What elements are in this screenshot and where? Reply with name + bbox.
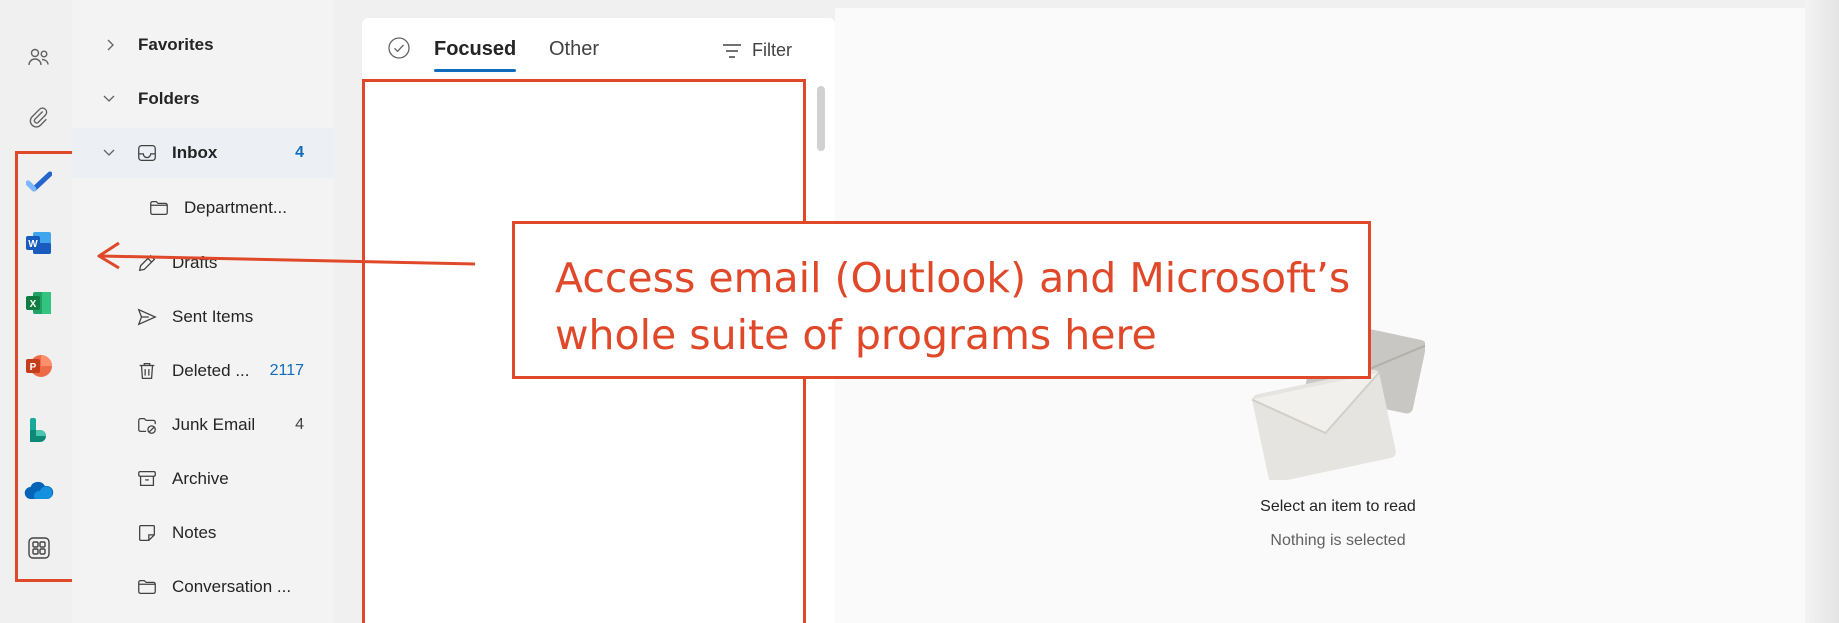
inbox-icon bbox=[138, 145, 156, 161]
favorites-header[interactable]: Favorites bbox=[72, 20, 334, 70]
message-list-tabs: Focused Other Filter bbox=[362, 18, 835, 82]
folders-label: Folders bbox=[138, 89, 200, 108]
favorites-label: Favorites bbox=[138, 35, 214, 54]
select-all-check-icon[interactable] bbox=[387, 36, 411, 60]
tab-focused[interactable]: Focused bbox=[434, 38, 517, 72]
paperclip-icon[interactable] bbox=[22, 100, 56, 134]
chevron-right-icon bbox=[107, 39, 114, 51]
folder-label: Inbox bbox=[172, 143, 218, 162]
annotation-callout: Access email (Outlook) and Microsoft’s w… bbox=[512, 221, 1371, 379]
folder-count: 4 bbox=[295, 416, 304, 433]
folder-label: Department... bbox=[184, 198, 287, 217]
people-icon[interactable] bbox=[22, 40, 56, 74]
right-edge bbox=[1805, 0, 1839, 623]
folder-item-junk-email[interactable]: Junk Email 4 bbox=[72, 400, 334, 450]
folder-label: Archive bbox=[172, 469, 229, 488]
folder-item-inbox[interactable]: Inbox 4 bbox=[72, 128, 334, 178]
folder-icon bbox=[150, 200, 168, 216]
empty-state-subtitle: Nothing is selected bbox=[1270, 532, 1406, 549]
filter-button[interactable]: Filter bbox=[722, 40, 792, 61]
archive-icon bbox=[138, 471, 156, 487]
trash-icon bbox=[139, 363, 155, 379]
send-icon bbox=[137, 308, 157, 326]
folder-item-department[interactable]: Department... bbox=[72, 183, 334, 233]
folder-icon bbox=[138, 579, 156, 595]
apps-highlight-box bbox=[15, 151, 75, 582]
app-rail: W X P bbox=[0, 0, 75, 623]
folder-item-conversation[interactable]: Conversation ... bbox=[72, 562, 334, 612]
chevron-down-icon bbox=[103, 95, 115, 102]
folder-label: Sent Items bbox=[172, 307, 254, 326]
annotation-line-2: whole suite of programs here bbox=[555, 311, 1157, 359]
folders-header[interactable]: Folders bbox=[72, 74, 334, 124]
empty-state-title: Select an item to read bbox=[1260, 498, 1416, 515]
folder-pane: Favorites Folders Inbox 4 Department... … bbox=[72, 0, 334, 623]
folder-label: Conversation ... bbox=[172, 577, 292, 596]
folder-label: Junk Email bbox=[172, 415, 256, 434]
folder-item-notes[interactable]: Notes bbox=[72, 508, 334, 558]
folder-label: Notes bbox=[172, 523, 217, 542]
filter-icon bbox=[723, 43, 741, 58]
folder-count: 2117 bbox=[269, 362, 304, 379]
folder-item-deleted[interactable]: Deleted ... 2117 bbox=[72, 346, 334, 396]
folder-item-archive[interactable]: Archive bbox=[72, 454, 334, 504]
annotation-arrow-icon bbox=[97, 241, 476, 270]
junk-folder-icon bbox=[138, 417, 156, 434]
chevron-down-icon bbox=[103, 149, 115, 156]
folder-label: Deleted ... bbox=[172, 361, 250, 380]
folder-item-sent-items[interactable]: Sent Items bbox=[72, 292, 334, 342]
folder-count: 4 bbox=[295, 144, 304, 161]
tab-other[interactable]: Other bbox=[549, 38, 599, 61]
list-scrollbar[interactable] bbox=[817, 86, 825, 151]
filter-label: Filter bbox=[752, 40, 792, 60]
note-icon bbox=[139, 525, 155, 541]
annotation-line-1: Access email (Outlook) and Microsoft’s bbox=[555, 254, 1351, 302]
